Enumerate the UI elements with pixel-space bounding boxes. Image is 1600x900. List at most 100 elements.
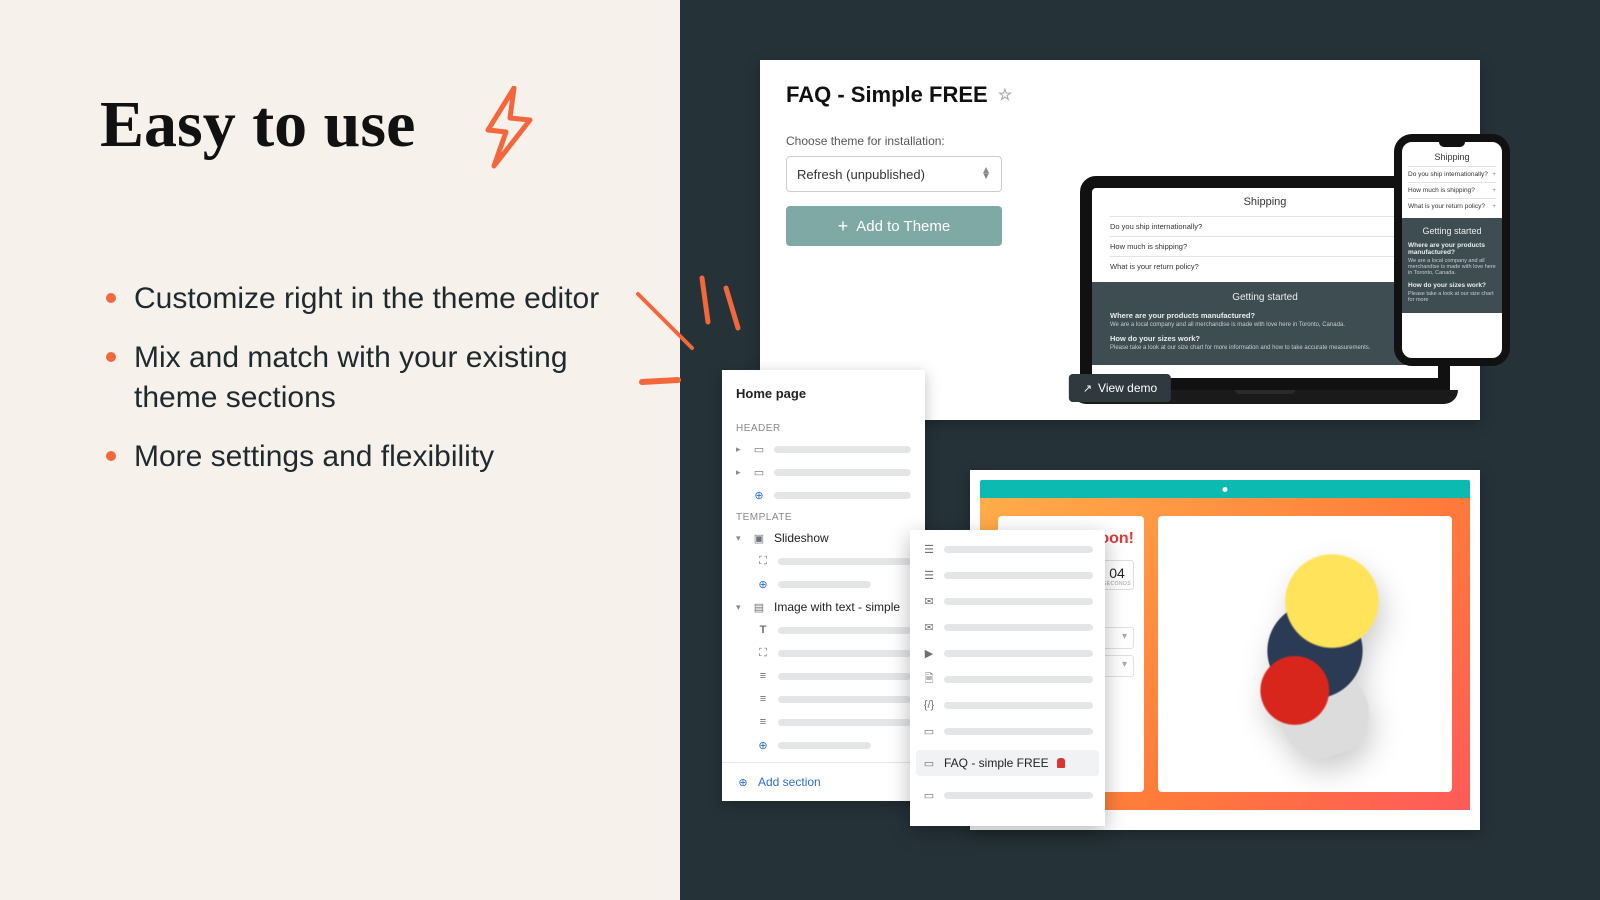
section-row-image-text[interactable]: ▾▤Image with text - simple — [736, 600, 911, 614]
faq-question: Where are your products manufactured? — [1408, 242, 1496, 256]
block-row[interactable]: ≡ — [736, 715, 911, 729]
mail-icon: ✉ — [922, 594, 936, 608]
section-icon: ▭ — [922, 724, 936, 738]
faq-question-row[interactable]: Do you ship internationally?+ — [1110, 216, 1420, 236]
block-row[interactable]: ≡ — [736, 669, 911, 683]
faq-answer: We are a local company and all merchandi… — [1408, 258, 1496, 276]
section-row[interactable]: ▸▭ — [736, 442, 911, 456]
section-icon: ▭ — [922, 788, 936, 802]
sneaker-image — [1173, 522, 1438, 787]
getting-started-heading: Getting started — [1408, 226, 1496, 236]
star-outline-icon[interactable]: ☆ — [998, 85, 1012, 105]
add-to-theme-label: Add to Theme — [856, 218, 950, 235]
slideshow-icon: ▣ — [752, 531, 766, 545]
picker-option-selected[interactable]: ▭ FAQ - simple FREE — [916, 750, 1099, 776]
picker-option[interactable]: ✉ — [922, 594, 1093, 608]
text-block-icon: T — [756, 623, 770, 637]
phone-mockup: Shipping Do you ship internationally?+ H… — [1394, 134, 1510, 366]
plus-circle-icon: ⊕ — [736, 775, 750, 789]
faq-answer: Please take a look at our size chart for… — [1110, 345, 1420, 351]
faq-answer: Please take a look at our size chart for… — [1408, 291, 1496, 303]
faq-question-row[interactable]: How much is shipping?+ — [1408, 182, 1496, 198]
product-image-card — [1158, 516, 1452, 792]
faq-heading-shipping: Shipping — [1110, 196, 1420, 208]
section-label-header: HEADER — [736, 423, 911, 434]
section-icon: ▭ — [752, 442, 766, 456]
add-to-theme-button[interactable]: + Add to Theme — [786, 206, 1002, 246]
video-icon: ▶ — [922, 646, 936, 660]
view-demo-label: View demo — [1098, 381, 1157, 395]
faq-heading-shipping: Shipping — [1408, 152, 1496, 162]
add-block-row[interactable]: ⊕ — [736, 577, 911, 591]
section-picker-popover: ☰ ☰ ✉ ✉ ▶ 🗎 {/} ▭ ▭ FAQ - simple FREE ▭ — [910, 530, 1105, 826]
marketing-left-panel: Easy to use Customize right in the theme… — [0, 0, 680, 900]
picker-option[interactable]: {/} — [922, 698, 1093, 712]
image-block-icon: ⛶ — [756, 554, 770, 568]
add-section-label: Add section — [758, 775, 821, 789]
picker-option[interactable]: ▶ — [922, 646, 1093, 660]
bullet-item: More settings and flexibility — [100, 437, 620, 478]
updown-chevron-icon: ▲▼ — [981, 168, 991, 180]
plus-circle-icon: ⊕ — [756, 577, 770, 591]
getting-started-heading: Getting started — [1110, 292, 1420, 303]
paragraph-block-icon: ≡ — [756, 669, 770, 683]
text-icon: ☰ — [922, 568, 936, 582]
add-block-row[interactable]: ⊕ — [736, 738, 911, 752]
theme-select[interactable]: Refresh (unpublished) ▲▼ — [786, 156, 1002, 192]
faq-question: How do your sizes work? — [1408, 282, 1496, 289]
block-row[interactable]: T — [736, 623, 911, 637]
faq-card-title-text: FAQ - Simple FREE — [786, 82, 988, 108]
text-icon: ☰ — [922, 542, 936, 556]
lightning-icon — [470, 86, 546, 170]
paragraph-block-icon: ≡ — [756, 715, 770, 729]
faq-question-row[interactable]: What is your return policy?+ — [1110, 256, 1420, 276]
faq-card-title: FAQ - Simple FREE ☆ — [786, 82, 1454, 108]
theme-select-value: Refresh (unpublished) — [797, 167, 925, 182]
faq-install-card: FAQ - Simple FREE ☆ Choose theme for ins… — [760, 60, 1480, 420]
section-icon: ▭ — [922, 756, 936, 770]
feature-bullets: Customize right in the theme editor Mix … — [100, 279, 620, 477]
add-section-button[interactable]: ⊕ Add section — [722, 762, 925, 801]
faq-question-row[interactable]: How much is shipping?+ — [1110, 236, 1420, 256]
picker-option[interactable]: ▭ — [922, 724, 1093, 738]
plus-circle-icon: ⊕ — [756, 738, 770, 752]
picker-seldid-label: FAQ - simple FREE — [944, 756, 1049, 770]
section-row-slideshow[interactable]: ▾▣Slideshow — [736, 531, 911, 545]
picker-option[interactable]: ☰ — [922, 542, 1093, 556]
picker-option[interactable]: ☰ — [922, 568, 1093, 582]
section-icon: ▭ — [752, 465, 766, 479]
block-row[interactable]: ≡ — [736, 692, 911, 706]
plus-circle-icon: ⊕ — [752, 488, 766, 502]
block-row[interactable]: ⛶ — [736, 554, 911, 568]
page-title: Home page — [736, 386, 911, 401]
section-label-template: TEMPLATE — [736, 512, 911, 523]
faq-question: Where are your products manufactured? — [1110, 311, 1420, 320]
faq-question-row[interactable]: What is your return policy?+ — [1408, 198, 1496, 214]
picker-option[interactable]: ✉ — [922, 620, 1093, 634]
storefront-header-bar — [980, 480, 1470, 498]
mail-icon: ✉ — [922, 620, 936, 634]
image-block-icon: ⛶ — [756, 646, 770, 660]
picker-option[interactable]: 🗎 — [922, 672, 1093, 686]
section-row[interactable]: ▸▭ — [736, 465, 911, 479]
bullet-item: Mix and match with your existing theme s… — [100, 338, 620, 419]
paragraph-block-icon: ≡ — [756, 692, 770, 706]
bullet-item: Customize right in the theme editor — [100, 279, 620, 320]
timer-seconds: 04 — [1101, 565, 1133, 581]
faq-question: How do your sizes work? — [1110, 334, 1420, 343]
add-block-row[interactable]: ⊕ — [736, 488, 911, 502]
ladybug-icon — [1057, 758, 1065, 768]
showcase-right-panel: FAQ - Simple FREE ☆ Choose theme for ins… — [680, 0, 1600, 900]
code-icon: {/} — [922, 698, 936, 712]
view-demo-button[interactable]: ↗ View demo — [1069, 374, 1171, 402]
choose-theme-label: Choose theme for installation: — [786, 134, 1454, 148]
getting-started-block: Getting started Where are your products … — [1092, 282, 1438, 365]
plus-icon: + — [838, 216, 849, 237]
block-row[interactable]: ⛶ — [736, 646, 911, 660]
picker-option[interactable]: ▭ — [922, 788, 1093, 802]
page-icon: 🗎 — [922, 672, 936, 686]
external-link-icon: ↗ — [1083, 382, 1092, 395]
faq-question-row[interactable]: Do you ship internationally?+ — [1408, 166, 1496, 182]
theme-editor-sidebar: Home page HEADER ▸▭ ▸▭ ⊕ TEMPLATE ▾▣Slid… — [722, 370, 925, 801]
image-text-icon: ▤ — [752, 600, 766, 614]
